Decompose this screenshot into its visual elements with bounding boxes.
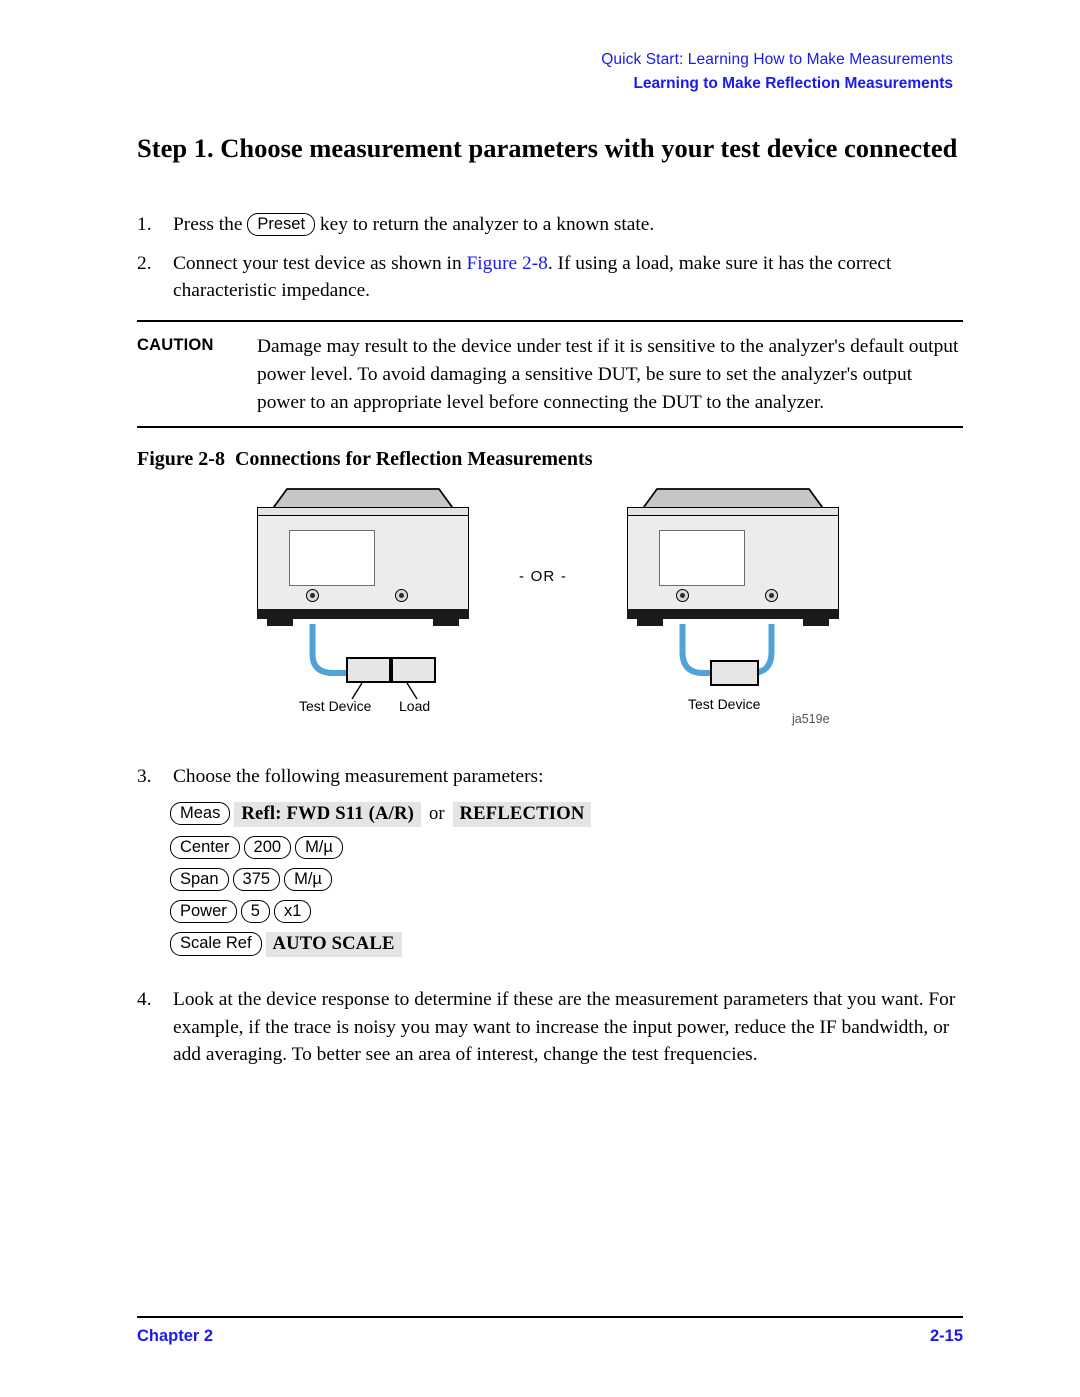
left-test-device-box — [346, 657, 391, 683]
instrument-base-bar — [257, 609, 469, 619]
or-separator-label: - OR - — [519, 568, 568, 585]
softkey-refl-fwd-s11[interactable]: Refl: FWD S11 (A/R) — [234, 802, 422, 827]
left-load-label: Load — [399, 698, 431, 714]
port-1-connector-icon — [306, 589, 319, 602]
key-sequence-row-span: Span 375 M/µ — [170, 868, 591, 892]
key-times-one[interactable]: x1 — [273, 900, 312, 924]
step1-text-after: key to return the analyzer to a known st… — [319, 214, 655, 235]
page-footer: Chapter 2 2-15 — [137, 1316, 963, 1346]
list-item-number: 1. — [137, 214, 152, 235]
footer-chapter: Chapter 2 — [137, 1327, 214, 1345]
instrument-front-face — [627, 515, 839, 611]
list-item: 3. Choose the following measurement para… — [137, 763, 963, 791]
header-line-1: Quick Start: Learning How to Make Measur… — [601, 51, 953, 68]
figure-caption-number: Figure 2-8 — [137, 448, 225, 470]
key-sequence-row-power: Power 5 x1 — [170, 900, 591, 924]
key-scale-ref[interactable]: Scale Ref — [170, 932, 262, 956]
instrument-display-screen — [659, 530, 745, 586]
page-title-line-2: connected — [844, 133, 958, 163]
header-line-2: Learning to Make Reflection Measurements — [633, 74, 953, 92]
list-item-number: 2. — [137, 252, 152, 274]
port-1-connector-icon — [676, 589, 689, 602]
key-sequence-list: Meas Refl: FWD S11 (A/R) or REFLECTION C… — [170, 802, 592, 966]
list-item: 1. Press the Preset key to return the an… — [137, 211, 963, 239]
step-list-final: 4. Look at the device response to determ… — [137, 986, 963, 1080]
key-span[interactable]: Span — [170, 868, 229, 892]
key-meas[interactable]: Meas — [170, 802, 231, 826]
step1-text-before: Press the — [173, 214, 243, 235]
key-value-5[interactable]: 5 — [240, 900, 270, 924]
right-instrument — [627, 487, 839, 637]
key-sequence-separator: or — [429, 803, 445, 824]
key-mega-micro[interactable]: M/µ — [295, 836, 343, 860]
key-sequence-row-center: Center 200 M/µ — [170, 836, 591, 860]
list-item: 4. Look at the device response to determ… — [137, 986, 963, 1069]
list-item: 2. Connect your test device as shown in … — [137, 250, 963, 305]
step-list-bottom: 3. Choose the following measurement para… — [137, 763, 963, 802]
figure-cross-reference-link[interactable]: Figure 2-8 — [467, 253, 548, 274]
instrument-front-face — [257, 515, 469, 611]
key-value-375[interactable]: 375 — [232, 868, 281, 892]
page-title: Step 1. Choose measurement parameters wi… — [137, 131, 1035, 166]
key-value-200[interactable]: 200 — [243, 836, 292, 860]
port-2-connector-icon — [765, 589, 778, 602]
caution-rule-bottom — [137, 426, 963, 429]
key-mega-micro[interactable]: M/µ — [284, 868, 332, 892]
left-load-box — [391, 657, 436, 683]
step3-text: Choose the following measurement paramet… — [173, 766, 544, 787]
right-test-device-label: Test Device — [688, 696, 761, 712]
figure-caption: Figure 2-8 Connections for Reflection Mea… — [137, 448, 592, 471]
caution-block: CAUTION Damage may result to the device … — [137, 320, 963, 429]
left-test-device-label: Test Device — [299, 698, 372, 714]
step-list-top: 1. Press the Preset key to return the an… — [137, 211, 963, 316]
key-preset[interactable]: Preset — [247, 213, 316, 237]
figure-caption-title: Connections for Reflection Measurements — [234, 448, 593, 470]
instrument-base-bar — [627, 609, 839, 619]
step4-text: Look at the device response to determine… — [173, 989, 956, 1066]
key-power[interactable]: Power — [170, 900, 237, 924]
figure-artwork: Test Device Load - OR - Test Device ja51… — [137, 484, 963, 739]
key-center[interactable]: Center — [170, 836, 240, 860]
softkey-reflection[interactable]: REFLECTION — [452, 802, 592, 827]
right-test-device-box — [710, 660, 759, 686]
key-sequence-row-meas: Meas Refl: FWD S11 (A/R) or REFLECTION — [170, 802, 592, 827]
list-item-number: 4. — [137, 989, 152, 1010]
document-page: Quick Start: Learning How to Make Measur… — [0, 0, 1080, 1397]
left-instrument — [257, 487, 469, 637]
list-item-number: 3. — [137, 766, 152, 787]
artwork-id-label: ja519e — [792, 712, 830, 726]
step2-text-before: Connect your test device as shown in — [173, 252, 462, 274]
caution-text: Damage may result to the device under te… — [257, 336, 959, 414]
port-2-connector-icon — [395, 589, 408, 602]
instrument-display-screen — [289, 530, 375, 586]
softkey-auto-scale[interactable]: AUTO SCALE — [265, 932, 402, 958]
footer-page-number: 2-15 — [929, 1327, 963, 1345]
key-sequence-row-scale-ref: Scale Ref AUTO SCALE — [170, 932, 591, 958]
page-title-line-1: Step 1. Choose measurement parameters wi… — [137, 133, 838, 163]
running-header: Quick Start: Learning How to Make Measur… — [601, 50, 953, 95]
caution-label: CAUTION — [137, 336, 214, 354]
